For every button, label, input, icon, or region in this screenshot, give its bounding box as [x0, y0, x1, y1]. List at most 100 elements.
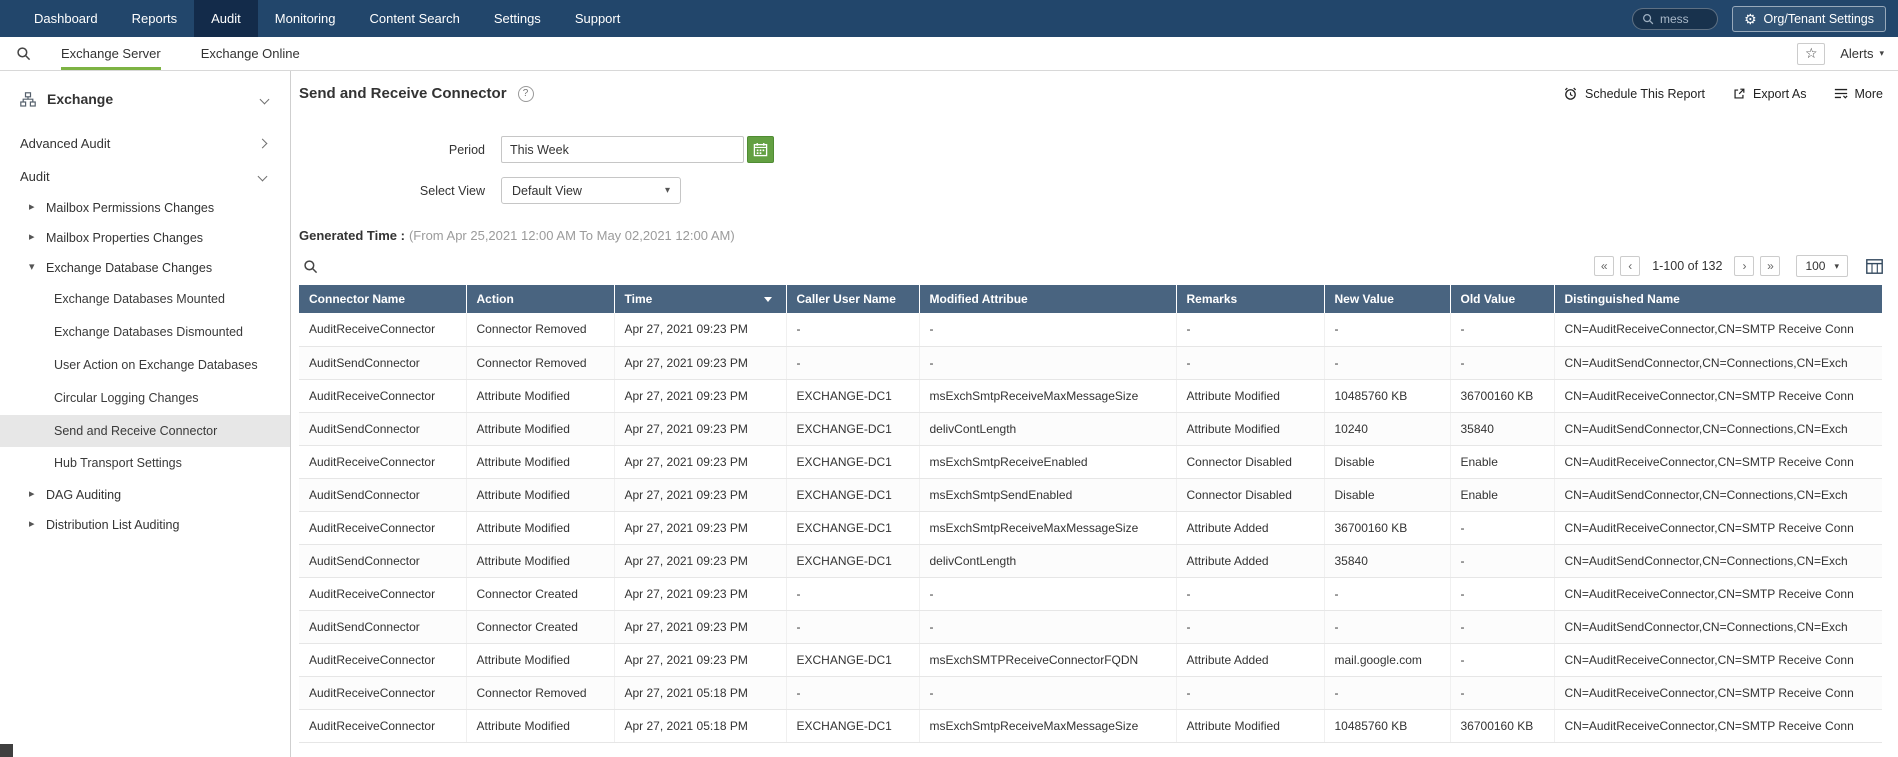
sidebar-item-exchange-databases-dismounted[interactable]: Exchange Databases Dismounted [0, 316, 290, 349]
column-header-time[interactable]: Time [614, 285, 787, 313]
chevron-right-icon [257, 138, 268, 149]
first-page-button[interactable]: « [1594, 256, 1615, 276]
column-header-modified-attribue[interactable]: Modified Attribue [919, 285, 1177, 313]
table-row[interactable]: AuditReceiveConnector Attribute Modified A… [299, 445, 1882, 479]
table-row[interactable]: AuditReceiveConnector Attribute Modified A… [299, 379, 1882, 413]
column-label: Distinguished Name [1564, 292, 1680, 306]
report-search-icon[interactable] [16, 37, 31, 70]
more-label: More [1854, 86, 1883, 101]
next-page-button[interactable]: › [1734, 256, 1755, 276]
table-row[interactable]: AuditReceiveConnector Attribute Modified A… [299, 709, 1882, 743]
triangle-right-icon[interactable]: ▸ [29, 487, 35, 500]
sidebar-item-audit[interactable]: Audit [0, 160, 290, 193]
help-icon[interactable]: ? [517, 85, 534, 102]
top-tab-support[interactable]: Support [558, 0, 638, 37]
cell-distinguished-name: CN=AuditSendConnector,CN=Connections,CN=… [1554, 610, 1882, 644]
table-row[interactable]: AuditSendConnector Connector Removed Apr 2… [299, 346, 1882, 380]
table-row[interactable]: AuditSendConnector Attribute Modified Apr … [299, 478, 1882, 512]
generated-time-value: (From Apr 25,2021 12:00 AM To May 02,202… [408, 228, 735, 243]
page-size-select[interactable]: 100 ▾ [1796, 255, 1848, 277]
triangle-right-icon[interactable]: ▸ [29, 517, 35, 530]
cell-new-value: - [1324, 577, 1451, 611]
top-tab-dashboard[interactable]: Dashboard [17, 0, 115, 37]
column-header-caller-user-name[interactable]: Caller User Name [786, 285, 920, 313]
global-search[interactable] [1631, 7, 1718, 30]
org-tenant-settings-button[interactable]: ⚙ Org/Tenant Settings [1731, 5, 1886, 32]
schedule-report-action[interactable]: Schedule This Report [1563, 86, 1705, 101]
generated-time: Generated Time : (From Apr 25,2021 12:00 … [299, 228, 1883, 243]
cell-caller-user-name: EXCHANGE-DC1 [786, 445, 920, 479]
sidebar-item-exchange-database-changes[interactable]: ▾ Exchange Database Changes [0, 253, 290, 283]
triangle-right-icon[interactable]: ▸ [29, 230, 35, 243]
alerts-dropdown[interactable]: Alerts ▾ [1840, 46, 1884, 61]
sidebar: Exchange Advanced Audit Audit ▸ Mailbox Per… [0, 71, 291, 757]
sidebar-item-circular-logging-changes[interactable]: Circular Logging Changes [0, 382, 290, 415]
sidebar-item-advanced-audit[interactable]: Advanced Audit [0, 127, 290, 160]
column-header-remarks[interactable]: Remarks [1176, 285, 1325, 313]
export-icon [1732, 87, 1746, 101]
sidebar-section-exchange[interactable]: Exchange [0, 71, 290, 125]
prev-page-button[interactable]: ‹ [1620, 256, 1641, 276]
cell-connector-name: AuditSendConnector [299, 478, 467, 512]
more-action[interactable]: More [1834, 87, 1883, 101]
sidebar-item-exchange-databases-mounted[interactable]: Exchange Databases Mounted [0, 283, 290, 316]
table-row[interactable]: AuditReceiveConnector Attribute Modified A… [299, 643, 1882, 677]
table-row[interactable]: AuditReceiveConnector Attribute Modified A… [299, 511, 1882, 545]
view-select[interactable]: Default View ▾ [501, 177, 681, 204]
table-row[interactable]: AuditSendConnector Attribute Modified Apr … [299, 412, 1882, 446]
table-row[interactable]: AuditSendConnector Attribute Modified Apr … [299, 544, 1882, 578]
table-row[interactable]: AuditReceiveConnector Connector Removed Ap… [299, 313, 1882, 347]
column-header-new-value[interactable]: New Value [1324, 285, 1451, 313]
period-input[interactable] [501, 136, 744, 163]
cell-new-value: 36700160 KB [1324, 511, 1451, 545]
period-row: Period [299, 136, 1883, 163]
sidebar-item-user-action-on-exchange-databases[interactable]: User Action on Exchange Databases [0, 349, 290, 382]
table-header-row: Connector Name Action Time Caller User Name… [299, 285, 1883, 313]
column-header-old-value[interactable]: Old Value [1450, 285, 1555, 313]
column-header-action[interactable]: Action [466, 285, 615, 313]
cell-old-value: - [1450, 346, 1555, 380]
column-label: New Value [1334, 292, 1394, 306]
calendar-button[interactable] [747, 136, 774, 163]
cell-caller-user-name: EXCHANGE-DC1 [786, 643, 920, 677]
table-row[interactable]: AuditReceiveConnector Connector Removed Ap… [299, 676, 1882, 710]
top-tab-monitoring[interactable]: Monitoring [258, 0, 353, 37]
sidebar-item-dag-auditing[interactable]: ▸ DAG Auditing [0, 480, 290, 510]
cell-connector-name: AuditSendConnector [299, 346, 467, 380]
generated-time-label: Generated Time : [299, 228, 405, 243]
column-header-connector-name[interactable]: Connector Name [299, 285, 467, 313]
table-search-icon[interactable] [303, 259, 318, 274]
cell-modified-attribue: delivContLength [919, 412, 1177, 446]
cell-caller-user-name: EXCHANGE-DC1 [786, 478, 920, 512]
cell-caller-user-name: EXCHANGE-DC1 [786, 544, 920, 578]
sub-nav-tabs: Exchange Server Exchange Online [61, 37, 300, 70]
top-tab-reports[interactable]: Reports [115, 0, 195, 37]
scrollbar-corner[interactable] [0, 744, 13, 757]
table-row[interactable]: AuditReceiveConnector Connector Created Ap… [299, 577, 1882, 611]
sidebar-item-mailbox-permissions-changes[interactable]: ▸ Mailbox Permissions Changes [0, 193, 290, 223]
export-as-action[interactable]: Export As [1732, 87, 1807, 101]
sidebar-item-mailbox-properties-changes[interactable]: ▸ Mailbox Properties Changes [0, 223, 290, 253]
global-search-input[interactable] [1659, 11, 1708, 26]
sub-tab-exchange-server[interactable]: Exchange Server [61, 37, 161, 70]
cell-caller-user-name: EXCHANGE-DC1 [786, 511, 920, 545]
column-chooser-icon[interactable] [1866, 258, 1883, 274]
sidebar-item-distribution-list-auditing[interactable]: ▸ Distribution List Auditing [0, 510, 290, 540]
favorites-button[interactable]: ☆ [1797, 42, 1826, 65]
sidebar-item-send-and-receive-connector[interactable]: Send and Receive Connector [0, 414, 290, 448]
column-header-distinguished-name[interactable]: Distinguished Name [1554, 285, 1883, 313]
cell-remarks: Connector Disabled [1176, 445, 1325, 479]
top-tab-audit[interactable]: Audit [194, 0, 258, 37]
table-row[interactable]: AuditSendConnector Connector Created Apr 2… [299, 610, 1882, 644]
sidebar-item-hub-transport-settings[interactable]: Hub Transport Settings [0, 447, 290, 480]
top-tab-content-search[interactable]: Content Search [352, 0, 476, 37]
chevron-down-icon: ▾ [1834, 260, 1839, 271]
top-tab-settings[interactable]: Settings [477, 0, 558, 37]
triangle-down-icon[interactable]: ▾ [29, 260, 35, 273]
triangle-right-icon[interactable]: ▸ [29, 200, 35, 213]
last-page-button[interactable]: » [1760, 256, 1781, 276]
cell-connector-name: AuditReceiveConnector [299, 511, 467, 545]
cell-distinguished-name: CN=AuditSendConnector,CN=Connections,CN=… [1554, 346, 1882, 380]
sub-tab-exchange-online[interactable]: Exchange Online [201, 37, 300, 70]
sidebar-item-label: DAG Auditing [46, 488, 122, 503]
